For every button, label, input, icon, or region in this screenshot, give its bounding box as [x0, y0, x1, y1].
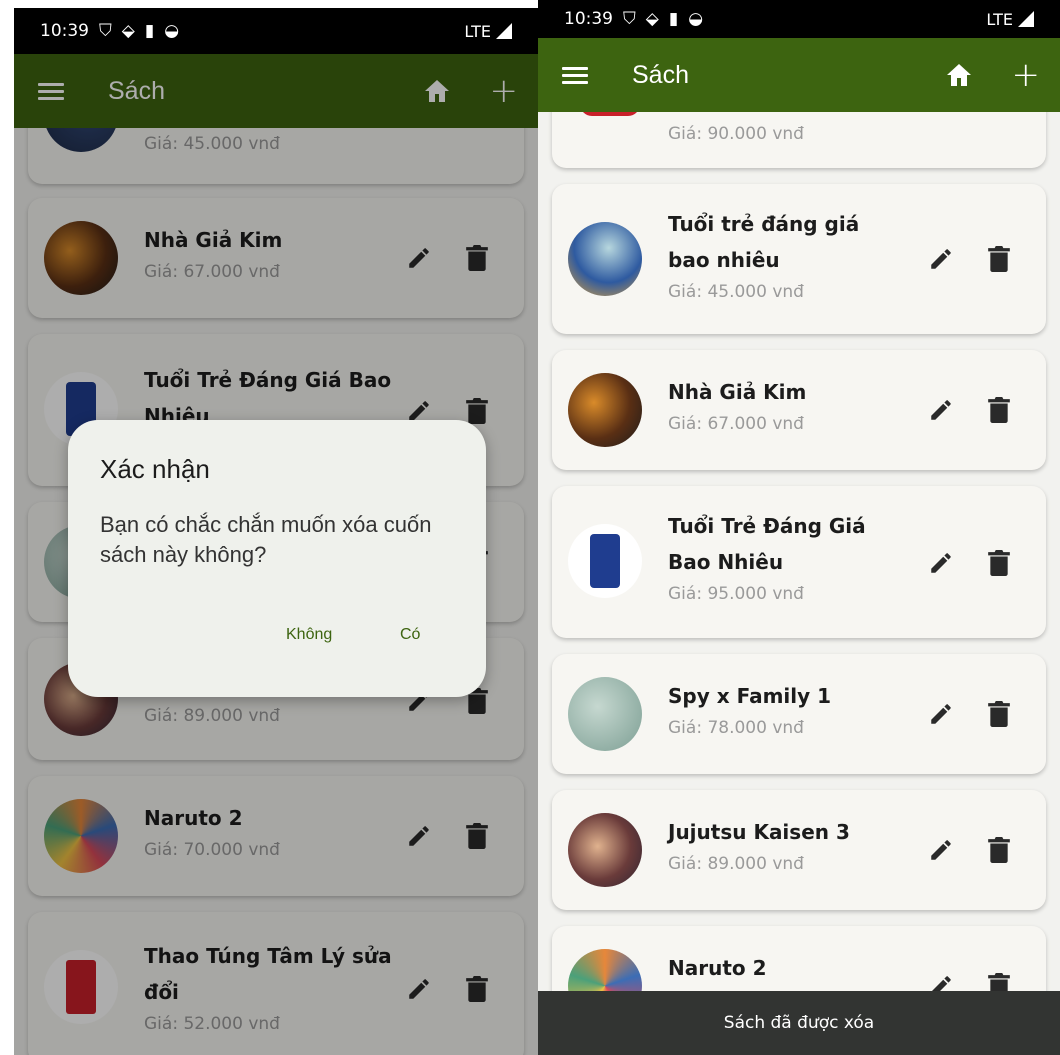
left-screen: 10:39 ⛉ ⬙ ▮ ◒ LTE Sách + Giá: 45.000 vnđ: [14, 8, 538, 1055]
list-item[interactable]: Tuổi Trẻ Đáng Giá Bao Nhiêu Giá: 95.000 …: [552, 486, 1046, 638]
book-list[interactable]: Giá: 90.000 vnđ Tuổi trẻ đáng giá bao nh…: [538, 112, 1060, 1055]
edit-icon[interactable]: [928, 246, 954, 272]
edit-icon[interactable]: [928, 837, 954, 863]
status-time: 10:39: [40, 21, 89, 41]
list-item[interactable]: Jujutsu Kaisen 3 Giá: 89.000 vnđ: [552, 790, 1046, 910]
book-price: Giá: 89.000 vnđ: [668, 854, 804, 874]
dialog-no-button[interactable]: Không: [286, 626, 332, 644]
network-type: LTE: [464, 21, 491, 41]
book-price: Giá: 90.000 vnđ: [668, 124, 804, 144]
usb-icon: ⬙: [121, 21, 135, 41]
delete-icon[interactable]: [988, 246, 1010, 272]
add-icon[interactable]: +: [1012, 58, 1041, 92]
status-bar: 10:39 ⛉ ⬙ ▮ ◒ LTE: [538, 0, 1060, 38]
list-item[interactable]: Giá: 90.000 vnđ: [552, 112, 1046, 168]
shield-icon: ⛉: [99, 21, 112, 41]
usb-icon: ⬙: [645, 9, 659, 29]
book-price: Giá: 95.000 vnđ: [668, 584, 804, 604]
book-cover: [568, 373, 642, 447]
confirm-dialog: Xác nhận Bạn có chắc chắn muốn xóa cuốn …: [68, 420, 486, 697]
list-item[interactable]: Spy x Family 1 Giá: 78.000 vnđ: [552, 654, 1046, 774]
sd-card-icon: ▮: [668, 9, 679, 29]
book-title: Nhà Giả Kim: [668, 380, 807, 404]
book-title: Tuổi Trẻ Đáng Giá Bao Nhiêu: [668, 514, 866, 574]
right-screen: 10:39 ⛉ ⬙ ▮ ◒ LTE Sách + Giá: 90.000 vnđ: [538, 0, 1060, 1055]
menu-icon[interactable]: [562, 66, 588, 84]
book-cover: [568, 524, 642, 598]
book-title: Spy x Family 1: [668, 684, 832, 708]
book-title: Jujutsu Kaisen 3: [668, 820, 850, 844]
dialog-message: Bạn có chắc chắn muốn xóa cuốn sách này …: [100, 512, 432, 567]
sd-card-icon: ▮: [144, 21, 155, 41]
network-type: LTE: [986, 9, 1013, 29]
book-price: Giá: 78.000 vnđ: [668, 718, 804, 738]
status-time: 10:39: [564, 9, 613, 29]
signal-icon: [496, 23, 512, 39]
list-item[interactable]: Nhà Giả Kim Giá: 67.000 vnđ: [552, 350, 1046, 470]
dialog-yes-button[interactable]: Có: [400, 626, 420, 644]
delete-icon[interactable]: [988, 397, 1010, 423]
home-icon[interactable]: [946, 63, 972, 87]
delete-icon[interactable]: [988, 837, 1010, 863]
page-title: Sách: [632, 60, 689, 89]
book-cover: [568, 677, 642, 751]
book-cover: [580, 112, 640, 116]
delete-icon[interactable]: [988, 701, 1010, 727]
dialog-title: Xác nhận: [100, 454, 210, 484]
book-cover: [568, 222, 642, 296]
shield-icon: ⛉: [623, 9, 636, 29]
signal-icon: [1018, 11, 1034, 27]
edit-icon[interactable]: [928, 397, 954, 423]
edit-icon[interactable]: [928, 701, 954, 727]
app-bar: Sách +: [538, 38, 1060, 112]
book-title: Tuổi trẻ đáng giá bao nhiêu: [668, 212, 860, 272]
book-cover: [568, 813, 642, 887]
edit-icon[interactable]: [928, 550, 954, 576]
delete-icon[interactable]: [988, 550, 1010, 576]
book-title: Naruto 2: [668, 956, 767, 980]
book-price: Giá: 45.000 vnđ: [668, 282, 804, 302]
sync-icon: ◒: [688, 9, 704, 29]
snackbar: Sách đã được xóa: [538, 991, 1060, 1055]
sync-icon: ◒: [164, 21, 180, 41]
book-price: Giá: 67.000 vnđ: [668, 414, 804, 434]
list-item[interactable]: Tuổi trẻ đáng giá bao nhiêu Giá: 45.000 …: [552, 184, 1046, 334]
status-bar: 10:39 ⛉ ⬙ ▮ ◒ LTE: [14, 8, 538, 54]
